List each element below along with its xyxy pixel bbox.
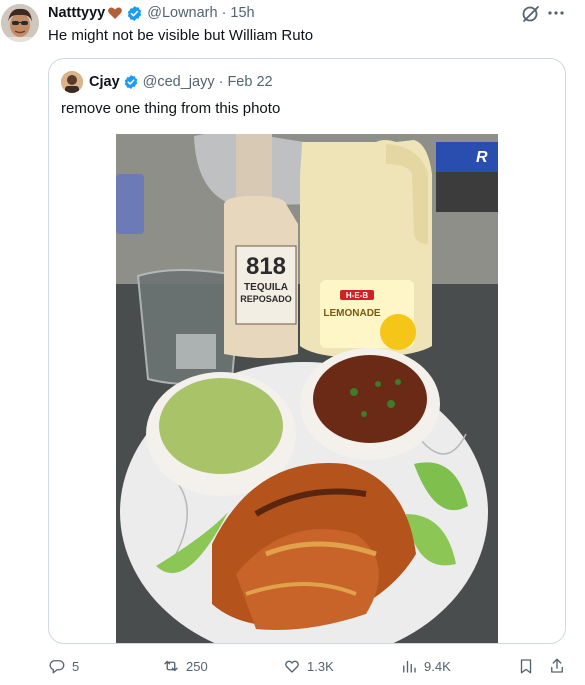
reply-icon xyxy=(49,660,65,674)
bottle-line1: TEQUILA xyxy=(244,282,288,293)
foil-box-label: R xyxy=(476,149,488,166)
grok-icon[interactable] xyxy=(521,4,541,24)
author-handle[interactable]: @Lownarh xyxy=(147,5,217,21)
views-button[interactable]: 9.4K xyxy=(400,654,451,678)
jug-label: LEMONADE xyxy=(323,308,381,319)
verified-badge-icon[interactable] xyxy=(123,74,139,90)
bottle-line2: REPOSADO xyxy=(240,294,292,304)
separator-dot: · xyxy=(218,74,224,90)
reply-button[interactable]: 5 xyxy=(48,654,79,678)
quoted-avatar[interactable] xyxy=(61,71,83,93)
bookmark-icon xyxy=(520,659,532,674)
quoted-text: remove one thing from this photo xyxy=(61,100,281,117)
quoted-timestamp[interactable]: Feb 22 xyxy=(227,74,272,90)
repost-count: 250 xyxy=(186,658,208,674)
author-name[interactable]: Natttyyy xyxy=(48,5,105,21)
repost-button[interactable]: 250 xyxy=(162,654,208,678)
more-icon[interactable] xyxy=(547,4,565,22)
like-count: 1.3K xyxy=(307,658,334,674)
food-photo[interactable]: R 818 TEQUILA REPOSADO H‑E‑B LEMONADE xyxy=(116,134,498,643)
timestamp[interactable]: 15h xyxy=(230,5,254,21)
tweet: Natttyyy @Lownarh · 15h He might not be … xyxy=(0,0,585,685)
verified-badge-icon[interactable] xyxy=(126,5,143,22)
share-button[interactable] xyxy=(548,654,566,678)
separator-dot: · xyxy=(221,5,227,21)
quoted-author-name[interactable]: Cjay xyxy=(89,74,120,90)
tweet-text: He might not be visible but William Ruto xyxy=(48,27,314,44)
quoted-header: Cjay @ced_jayy · Feb 22 xyxy=(89,71,273,93)
tweet-header: Natttyyy @Lownarh · 15h xyxy=(48,3,255,23)
bottle-number: 818 xyxy=(246,253,286,280)
reply-count: 5 xyxy=(72,658,80,674)
like-icon xyxy=(285,660,299,673)
quoted-tweet[interactable]: Cjay @ced_jayy · Feb 22 remove one thing… xyxy=(48,58,566,644)
quoted-author-handle[interactable]: @ced_jayy xyxy=(143,74,215,90)
avatar[interactable] xyxy=(1,4,39,42)
action-bar: 5 250 1.3K 9.4K xyxy=(0,654,585,678)
repost-icon xyxy=(164,660,178,672)
heart-emoji-icon xyxy=(107,5,123,21)
bookmark-button[interactable] xyxy=(517,654,535,678)
jug-brand: H‑E‑B xyxy=(346,291,368,300)
like-button[interactable]: 1.3K xyxy=(283,654,334,678)
views-count: 9.4K xyxy=(424,658,451,674)
views-icon xyxy=(403,660,416,673)
share-icon xyxy=(551,658,563,673)
